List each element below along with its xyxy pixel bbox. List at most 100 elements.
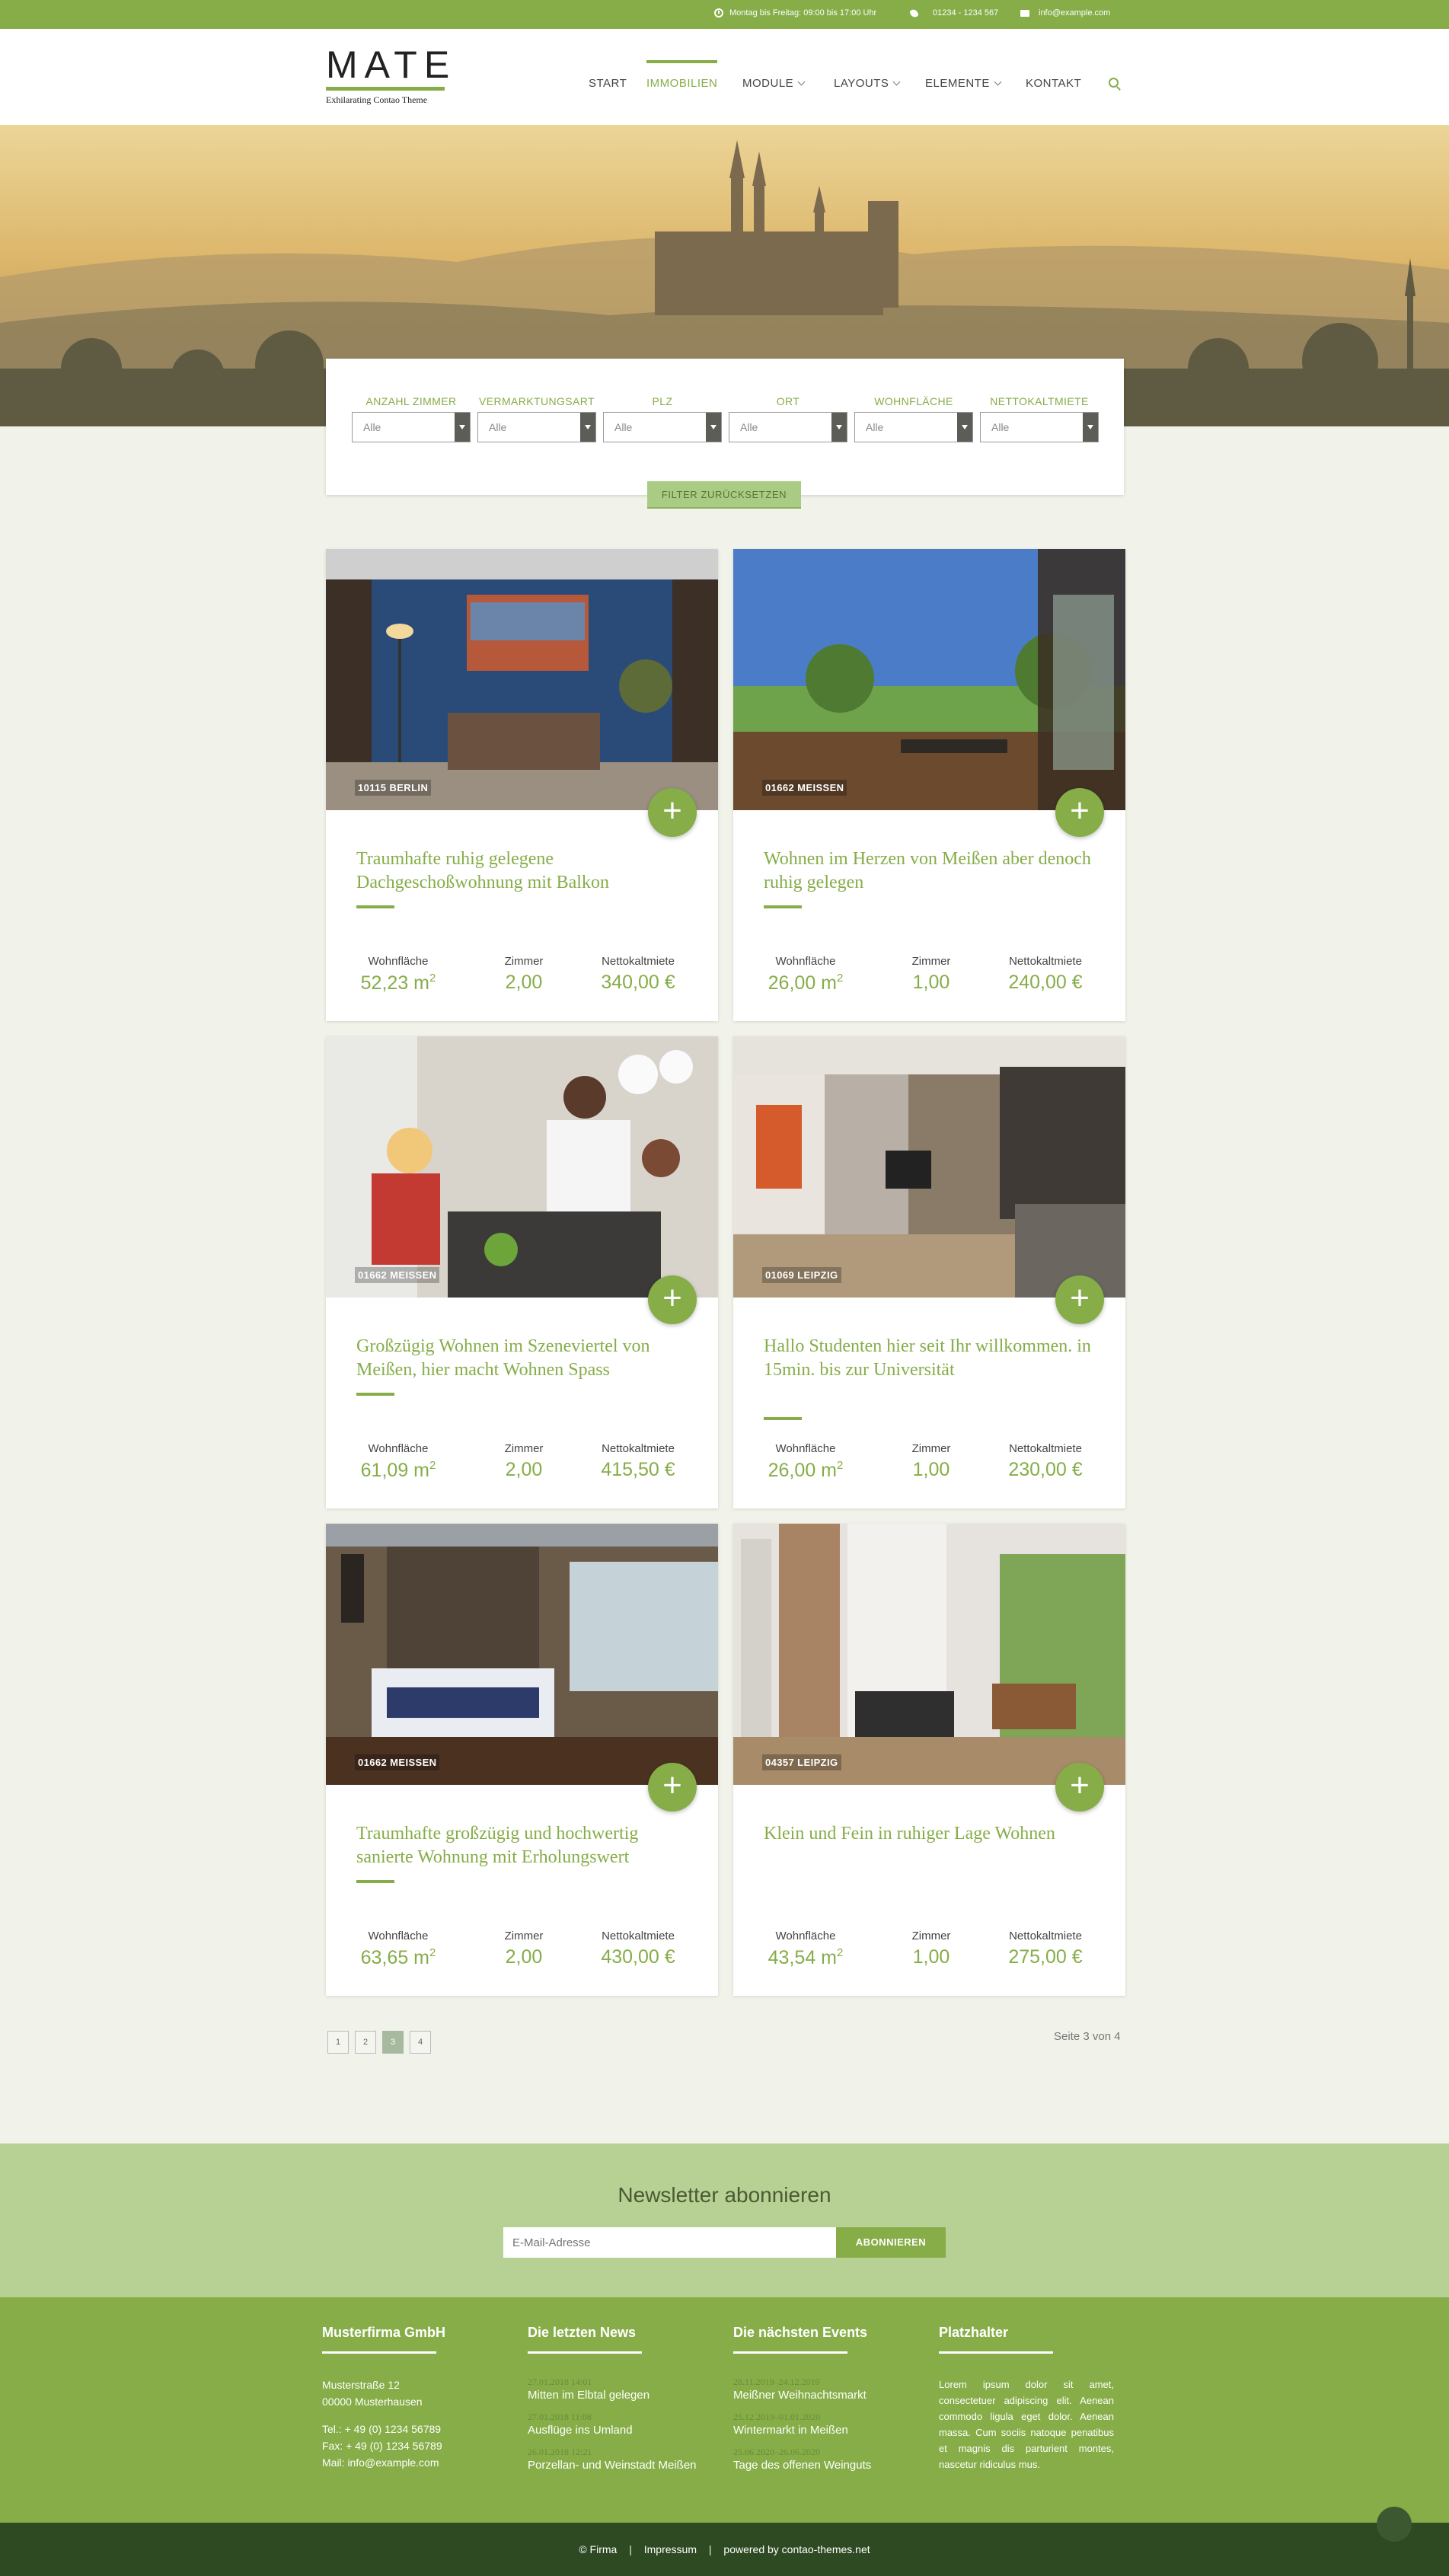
listing-title[interactable]: Traumhafte ruhig gelegene Dachgeschoßwoh… xyxy=(356,847,691,895)
listing-title[interactable]: Klein und Fein in ruhiger Lage Wohnen xyxy=(764,1822,1099,1846)
stat-label: Wohnfläche xyxy=(368,1930,429,1942)
placeholder-text: Lorem ipsum dolor sit amet, consectetuer… xyxy=(939,2379,1114,2470)
select-value: Alle xyxy=(866,421,884,433)
footer-mail[interactable]: Mail: info@example.com xyxy=(322,2454,497,2471)
chevron-down-icon xyxy=(994,78,1002,85)
view-details-button[interactable]: + xyxy=(1055,1275,1104,1324)
listing-title[interactable]: Großzügig Wohnen im Szeneviertel von Mei… xyxy=(356,1335,691,1382)
listing-photo[interactable] xyxy=(733,1524,1125,1785)
city-select[interactable]: Alle xyxy=(729,412,847,442)
select-value: Alle xyxy=(363,421,381,433)
stat-area: Wohnfläche 63,65 m2 xyxy=(356,1930,440,1969)
filter-label: ANZAHL ZIMMER xyxy=(365,395,457,407)
page-link-4[interactable]: 4 xyxy=(410,2031,431,2054)
listing-location: 01662 MEISSEN xyxy=(355,1754,440,1770)
email-info[interactable]: info@example.com xyxy=(1020,8,1110,18)
back-to-top-button[interactable] xyxy=(1377,2507,1412,2542)
listing-photo[interactable] xyxy=(326,549,718,810)
nav-item-start[interactable]: START xyxy=(589,77,627,90)
news-date: 27.01.2018 11:08 xyxy=(528,2412,592,2422)
listing-photo[interactable] xyxy=(733,1036,1125,1298)
event-link[interactable]: Meißner Weihnachtsmarkt xyxy=(733,2388,908,2403)
copyright-text: © Firma xyxy=(579,2543,618,2555)
news-link[interactable]: Porzellan- und Weinstadt Meißen xyxy=(528,2458,703,2473)
listing-card[interactable]: 01662 MEISSEN + Traumhafte großzügig und… xyxy=(326,1524,718,1996)
phone-text[interactable]: 01234 - 1234 567 xyxy=(933,8,998,18)
listing-card[interactable]: 01069 LEIPZIG + Hallo Studenten hier sei… xyxy=(733,1036,1125,1508)
listing-title[interactable]: Hallo Studenten hier seit Ihr willkommen… xyxy=(764,1335,1099,1382)
listing-card[interactable]: 04357 LEIPZIG + Klein und Fein in ruhige… xyxy=(733,1524,1125,1996)
nav-item-elemente[interactable]: ELEMENTE xyxy=(925,77,1002,90)
subscribe-button[interactable]: ABONNIEREN xyxy=(836,2227,946,2258)
stat-label: Zimmer xyxy=(504,955,544,968)
listing-card[interactable]: 01662 MEISSEN + Wohnen im Herzen von Mei… xyxy=(733,549,1125,1021)
listing-photo[interactable] xyxy=(326,1036,718,1298)
listing-title[interactable]: Traumhafte großzügig und hochwertig sani… xyxy=(356,1822,691,1869)
event-link[interactable]: Wintermarkt in Meißen xyxy=(733,2423,908,2438)
stat-label: Nettokaltmiete xyxy=(1009,955,1082,968)
living-area-select[interactable]: Alle xyxy=(854,412,973,442)
page-link-2[interactable]: 2 xyxy=(355,2031,376,2054)
news-link[interactable]: Mitten im Elbtal gelegen xyxy=(528,2388,703,2403)
footer-heading: Musterfirma GmbH xyxy=(322,2325,446,2340)
nav-item-kontakt[interactable]: KONTAKT xyxy=(1026,77,1081,90)
imprint-link[interactable]: Impressum xyxy=(644,2543,697,2555)
nav-item-layouts[interactable]: LAYOUTS xyxy=(834,77,901,90)
area-unit-exponent: 2 xyxy=(837,1459,844,1472)
event-link[interactable]: Tage des offenen Weinguts xyxy=(733,2458,908,2473)
view-details-button[interactable]: + xyxy=(648,1275,697,1324)
net-rent-select[interactable]: Alle xyxy=(980,412,1099,442)
listing-photo[interactable] xyxy=(326,1524,718,1785)
footer-news: Die letzten News 27.01.2018 14:01 Mitten… xyxy=(528,2325,703,2482)
title-underline xyxy=(356,905,394,908)
nav-item-immobilien[interactable]: IMMOBILIEN xyxy=(646,59,718,90)
stat-label: Zimmer xyxy=(911,1930,951,1942)
reset-filter-button[interactable]: FILTER ZURÜCKSETZEN xyxy=(647,481,801,509)
footer-events: Die nächsten Events 28.11.2019–24.12.201… xyxy=(733,2325,908,2482)
property-filter-panel: ANZAHL ZIMMER Alle VERMARKTUNGSART Alle … xyxy=(326,359,1124,495)
stat-label: Nettokaltmiete xyxy=(602,1930,675,1942)
stat-rent: Nettokaltmiete 275,00 € xyxy=(992,1930,1099,1968)
zip-select[interactable]: Alle xyxy=(603,412,722,442)
stat-label: Zimmer xyxy=(911,955,951,968)
view-details-button[interactable]: + xyxy=(1055,788,1104,837)
news-link[interactable]: Ausflüge ins Umland xyxy=(528,2423,703,2438)
stat-value: 26,00 m2 xyxy=(764,1459,847,1482)
newsletter-email-input[interactable] xyxy=(503,2227,836,2258)
select-value: Alle xyxy=(489,421,507,433)
email-text[interactable]: info@example.com xyxy=(1039,8,1110,18)
stat-rooms: Zimmer 1,00 xyxy=(893,955,969,994)
nav-item-module[interactable]: MODULE xyxy=(742,77,806,90)
filter-label: VERMARKTUNGSART xyxy=(479,395,595,407)
marketing-type-select[interactable]: Alle xyxy=(477,412,596,442)
listing-title[interactable]: Wohnen im Herzen von Meißen aber denoch … xyxy=(764,847,1099,895)
stat-rent: Nettokaltmiete 415,50 € xyxy=(585,1442,691,1481)
search-button[interactable] xyxy=(1109,78,1119,88)
footer-phone[interactable]: Tel.: + 49 (0) 1234 56789 xyxy=(322,2421,497,2437)
listing-location: 01662 MEISSEN xyxy=(355,1267,440,1283)
select-value: Alle xyxy=(614,421,633,433)
view-details-button[interactable]: + xyxy=(648,788,697,837)
listing-card[interactable]: 01662 MEISSEN + Großzügig Wohnen im Szen… xyxy=(326,1036,718,1508)
page-link-1[interactable]: 1 xyxy=(327,2031,349,2054)
stat-value: 43,54 m2 xyxy=(764,1946,847,1969)
logo-tagline: Exhilarating Contao Theme xyxy=(326,94,428,105)
powered-by-link[interactable]: powered by contao-themes.net xyxy=(723,2543,870,2555)
filter-city: ORT Alle xyxy=(729,395,847,442)
listing-photo[interactable] xyxy=(733,549,1125,810)
stat-value: 415,50 € xyxy=(601,1459,675,1480)
view-details-button[interactable]: + xyxy=(648,1763,697,1811)
stat-label: Nettokaltmiete xyxy=(1009,1930,1082,1942)
newsletter-title: Newsletter abonnieren xyxy=(618,2183,831,2207)
listing-card[interactable]: 10115 BERLIN + Traumhafte ruhig gelegene… xyxy=(326,549,718,1021)
heading-underline xyxy=(939,2351,1053,2354)
bottom-bar: © Firma | Impressum | powered by contao-… xyxy=(0,2523,1449,2576)
event-date: 28.11.2019–24.12.2019 xyxy=(733,2376,820,2387)
area-value: 43,54 m xyxy=(768,1947,837,1968)
view-details-button[interactable]: + xyxy=(1055,1763,1104,1811)
footer-heading: Die nächsten Events xyxy=(733,2325,868,2340)
event-date: 25.06.2020–26.06.2020 xyxy=(733,2447,820,2457)
rooms-select[interactable]: Alle xyxy=(352,412,471,442)
stat-rent: Nettokaltmiete 340,00 € xyxy=(585,955,691,994)
phone-info[interactable]: 01234 - 1234 567 xyxy=(908,7,998,19)
